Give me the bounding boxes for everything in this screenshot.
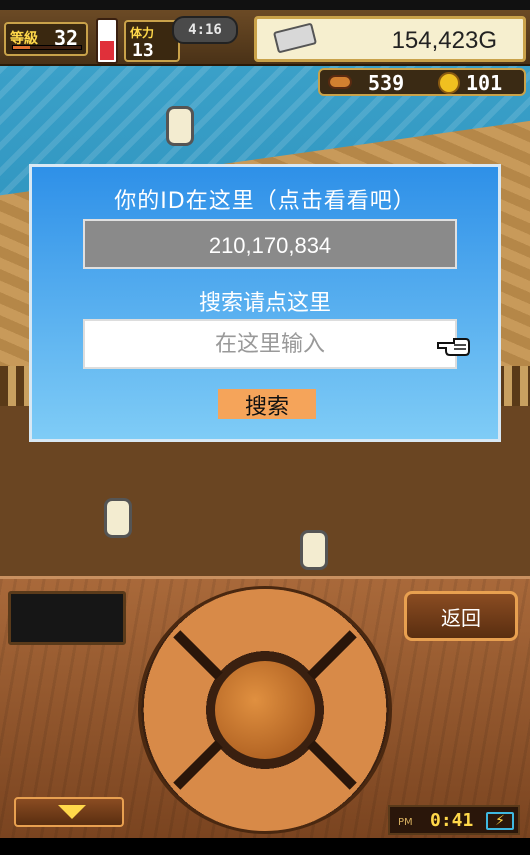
level-indicator: 等級 32: [4, 22, 88, 56]
gold-display: 154,423G: [254, 16, 526, 62]
battery-icon: ⚡: [486, 812, 514, 830]
pointing-hand-icon: [437, 338, 470, 356]
player-id-box[interactable]: 210,170,834: [83, 219, 457, 269]
system-status-bar: [0, 0, 530, 10]
stamina-label: 体力: [130, 26, 155, 40]
dial-center-button[interactable]: [211, 657, 319, 763]
dial-spoke: [307, 740, 357, 790]
meat-value: 539: [368, 71, 405, 95]
money-bill-icon: [272, 22, 318, 54]
coin-icon: [438, 72, 460, 94]
top-hud: 等級 32 体力 13 4:16 154,423G: [0, 10, 530, 66]
meat-icon: [328, 75, 352, 89]
time-ampm: PM: [398, 817, 413, 828]
friend-search-dialog: 你的ID在这里（点击看看吧） 210,170,834 搜索请点这里 搜索: [29, 164, 501, 442]
level-progress-bar: [12, 45, 82, 50]
dial-spoke: [173, 630, 223, 680]
level-progress-fill: [13, 46, 30, 49]
back-button[interactable]: 返回: [404, 591, 518, 641]
stamina-gauge: [96, 18, 118, 64]
player-id-value: 210,170,834: [208, 233, 332, 258]
lantern-icon: [300, 530, 328, 570]
time-value: 0:41: [430, 810, 474, 831]
search-input[interactable]: [83, 319, 457, 369]
dial-spoke: [307, 630, 357, 680]
resource-bar: 539 101: [318, 68, 526, 96]
search-button[interactable]: 搜索: [218, 389, 316, 420]
directional-dial[interactable]: [141, 589, 389, 831]
scroll-down-button[interactable]: [14, 797, 124, 827]
dialog-title[interactable]: 你的ID在这里（点击看看吧）: [32, 183, 498, 215]
stamina-value: 13: [132, 40, 154, 61]
lantern-icon: [166, 106, 194, 146]
game-clock: 4:16: [172, 16, 238, 44]
dial-spoke: [173, 740, 223, 790]
lantern-icon: [104, 498, 132, 538]
game-clock-value: 4:16: [188, 22, 222, 38]
coin-value: 101: [466, 71, 503, 95]
stamina-gauge-fill: [100, 40, 114, 60]
control-panel: 返回 PM 0:41 ⚡: [0, 576, 530, 838]
search-label: 搜索请点这里: [198, 291, 331, 316]
down-arrow-icon: [58, 805, 86, 819]
info-screen: [8, 591, 126, 645]
device-time: PM 0:41 ⚡: [388, 805, 520, 835]
system-nav-bar: [0, 838, 530, 855]
gold-value: 154,423G: [391, 27, 497, 54]
